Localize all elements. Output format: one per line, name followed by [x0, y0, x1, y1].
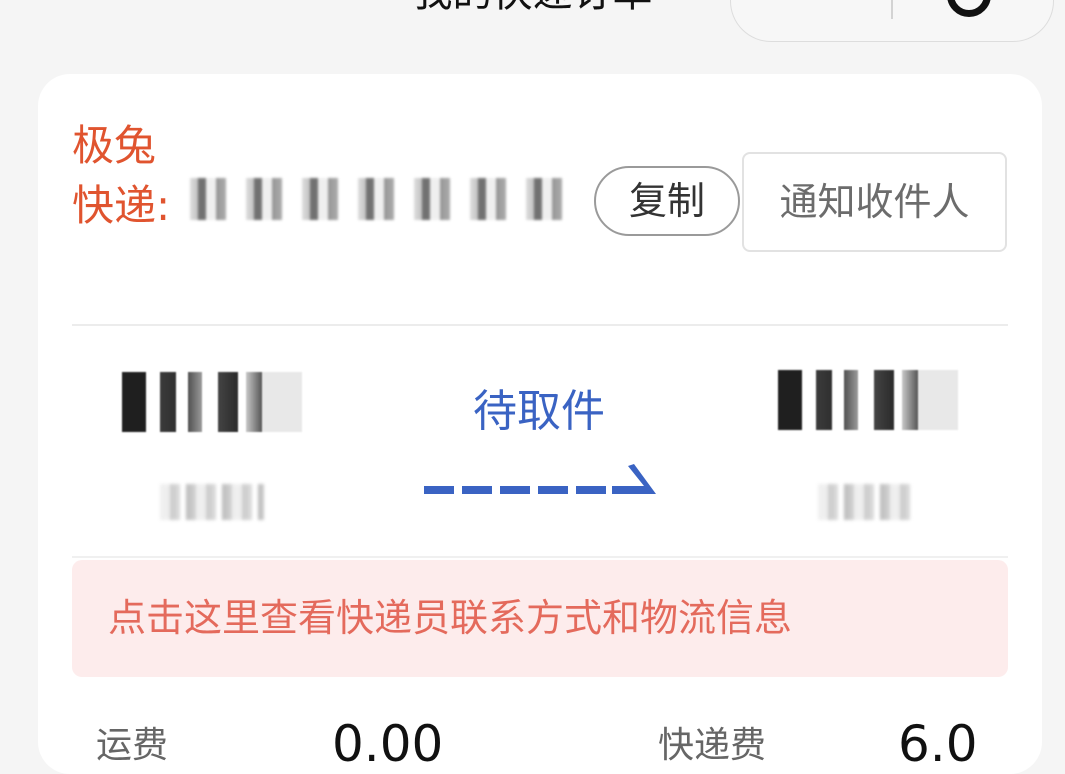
route-arrow-icon [424, 464, 656, 494]
notify-recipient-button[interactable]: 通知收件人 [742, 152, 1007, 252]
carrier-label: 极兔快递: [72, 121, 171, 230]
copy-button[interactable]: 复制 [594, 166, 740, 236]
sender-district-redacted [160, 484, 264, 520]
courier-info-banner[interactable]: 点击这里查看快递员联系方式和物流信息 [72, 560, 1008, 677]
fee-label: 快递费 [658, 725, 767, 766]
fee-label: 运费 [96, 725, 169, 766]
fee-value: 6.0 [898, 715, 978, 773]
capsule-divider [891, 0, 893, 19]
order-status: 待取件 [473, 386, 605, 437]
divider [72, 556, 1008, 558]
fee-value: 0.00 [332, 715, 444, 773]
sender-city-redacted [122, 372, 302, 432]
divider [72, 324, 1008, 326]
mini-program-capsule [730, 0, 1054, 42]
close-icon[interactable] [947, 0, 991, 17]
order-card: 极兔快递: 复制 通知收件人 待取件 点击这里查看快递员联系方式和物流信息 运费… [38, 74, 1042, 774]
tracking-number-redacted [176, 178, 568, 220]
receiver-city-redacted [778, 370, 958, 430]
receiver-district-redacted [818, 484, 916, 520]
